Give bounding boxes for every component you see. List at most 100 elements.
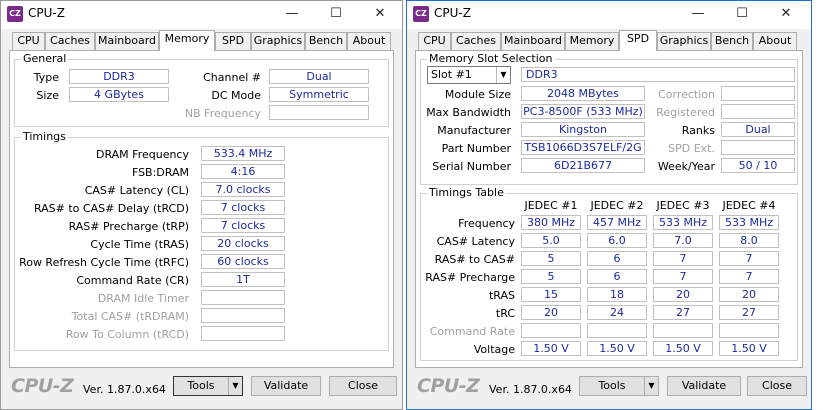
row-label: tRC [495,307,515,320]
title-bar[interactable]: CZ CPU-Z — ☐ ✕ [407,1,811,29]
tab-mainboard[interactable]: Mainboard [501,32,565,50]
table-cell: 6 [587,269,647,284]
max-bandwidth-value: PC3-8500F (533 MHz) [521,104,645,119]
general-group: General Type DDR3 Size 4 GBytes Channel … [14,52,389,127]
tab-caches[interactable]: Caches [451,32,501,50]
timing-label: RAS# Precharge (tRP) [68,220,189,233]
tab-graphics[interactable]: Graphics [251,32,305,50]
tab-memory[interactable]: Memory [159,30,215,51]
dropdown-arrow-icon[interactable]: ▼ [228,377,242,395]
close-button[interactable]: Close [747,376,807,396]
close-icon[interactable]: ✕ [365,3,395,25]
serial-number-label: Serial Number [432,160,511,173]
table-cell: 7 [719,251,779,266]
module-size-value: 2048 MBytes [521,86,645,101]
type-label: Type [33,71,59,84]
tab-bench[interactable]: Bench [305,32,347,50]
chevron-down-icon[interactable]: ▼ [496,67,510,83]
timing-label: CAS# Latency (CL) [84,184,189,197]
dc-mode-label: DC Mode [211,89,261,102]
timing-label: Cycle Time (tRAS) [90,238,189,251]
serial-number-value: 6D21B677 [521,158,645,173]
tab-memory[interactable]: Memory [565,32,619,50]
footer: CPU-Z Ver. 1.87.0.x64 Tools ▼ Validate C… [407,369,811,409]
tab-mainboard[interactable]: Mainboard [95,32,159,50]
nb-frequency-value [269,105,369,120]
tools-button-label: Tools [187,379,215,392]
table-cell: 457 MHz [587,215,647,230]
tab-graphics[interactable]: Graphics [657,32,711,50]
table-cell: 1.50 V [653,341,713,356]
memory-type-value: DDR3 [69,69,169,84]
close-icon[interactable]: ✕ [771,3,801,25]
validate-button[interactable]: Validate [667,376,741,396]
tab-about[interactable]: About [347,32,391,50]
timing-label: DRAM Idle Timer [97,292,189,305]
tools-button[interactable]: Tools ▼ [579,376,659,396]
maximize-icon[interactable]: ☐ [727,3,757,25]
spd-ext-label: SPD Ext. [668,142,715,155]
row-label: Command Rate [429,325,515,338]
tab-cpu[interactable]: CPU [418,32,451,50]
column-header: JEDEC #2 [590,199,644,212]
table-cell: 18 [587,287,647,302]
timing-label: Row Refresh Cycle Time (tRFC) [19,256,189,269]
dropdown-arrow-icon[interactable]: ▼ [644,377,658,395]
tab-cpu[interactable]: CPU [12,32,45,50]
tab-caches[interactable]: Caches [45,32,95,50]
row-label: Frequency [458,217,515,230]
table-cell: 6 [587,251,647,266]
timing-value [201,326,285,341]
column-header: JEDEC #3 [656,199,710,212]
table-cell: 380 MHz [521,215,581,230]
table-cell: 8.0 [719,233,779,248]
row-label: Voltage [473,343,515,356]
maximize-icon[interactable]: ☐ [321,3,351,25]
timing-value: 20 clocks [201,236,285,251]
tools-button-label: Tools [598,379,626,392]
table-cell: 15 [521,287,581,302]
tab-spd[interactable]: SPD [215,32,251,50]
row-label: RAS# to CAS# [434,253,515,266]
size-label: Size [36,89,59,102]
timings-group: Timings DRAM Frequency 533.4 MHz FSB:DRA… [14,130,389,351]
table-cell: 24 [587,305,647,320]
timing-value: 533.4 MHz [201,146,285,161]
timing-value [201,290,285,305]
timing-label: DRAM Frequency [95,148,189,161]
table-cell [587,323,647,338]
part-number-label: Part Number [441,142,511,155]
minimize-icon[interactable]: — [683,3,713,25]
memory-type-value: DDR3 [521,67,795,82]
title-bar[interactable]: CZ CPU-Z — ☐ ✕ [1,1,402,29]
memory-slot-group: Memory Slot Selection Slot #1 ▼ DDR3 Mod… [420,52,798,185]
tools-button[interactable]: Tools ▼ [173,376,243,396]
timing-value [201,308,285,323]
timing-value: 7.0 clocks [201,182,285,197]
timing-label: Row To Column (tRCD) [65,328,189,341]
timing-label: Command Rate (CR) [76,274,189,287]
cpuz-brand-logo: CPU-Z [417,375,480,397]
version-text: Ver. 1.87.0.x64 [489,383,572,396]
tab-bench[interactable]: Bench [711,32,753,50]
timing-value: 60 clocks [201,254,285,269]
table-cell: 533 MHz [653,215,713,230]
table-cell: 5.0 [521,233,581,248]
close-button[interactable]: Close [329,376,397,396]
table-cell: 7.0 [653,233,713,248]
row-label: RAS# Precharge [425,271,515,284]
tab-about[interactable]: About [753,32,797,50]
table-cell: 27 [653,305,713,320]
slot-select[interactable]: Slot #1 ▼ [427,66,511,84]
tab-spd[interactable]: SPD [619,30,657,51]
timing-value: 7 clocks [201,218,285,233]
table-cell: 20 [719,287,779,302]
manufacturer-value: Kingston [521,122,645,137]
minimize-icon[interactable]: — [277,3,307,25]
validate-button[interactable]: Validate [251,376,321,396]
window-title: CPU-Z [28,6,65,20]
table-cell: 7 [653,251,713,266]
slot-select-value: Slot #1 [431,68,472,81]
footer: CPU-Z Ver. 1.87.0.x64 Tools ▼ Validate C… [1,369,402,409]
max-bandwidth-label: Max Bandwidth [426,106,511,119]
